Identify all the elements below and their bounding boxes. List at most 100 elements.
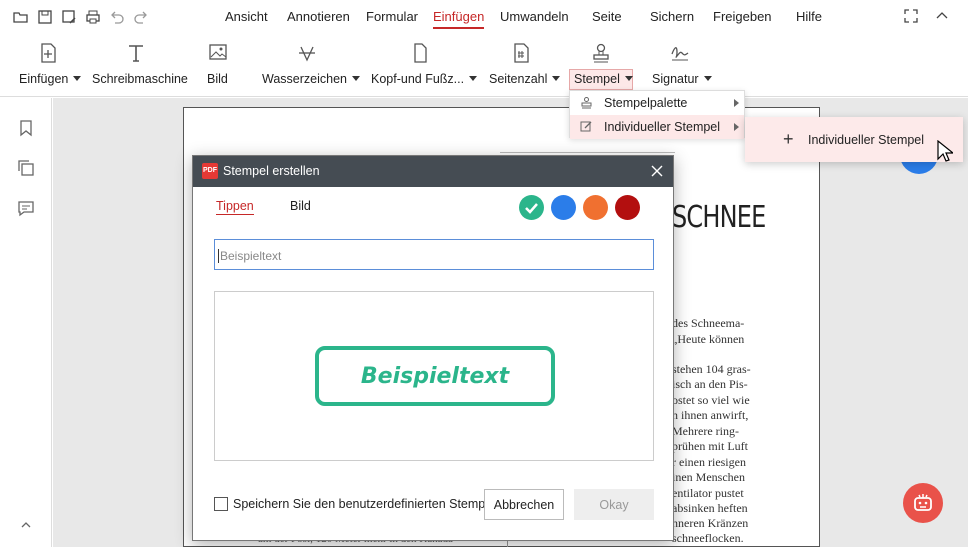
einfuegen-button[interactable]: Einfügen [15, 34, 82, 97]
stamp-icon [590, 42, 612, 64]
bild-label: Bild [207, 72, 228, 86]
watermark-icon [296, 42, 318, 64]
dialog-header: PDF Stempel erstellen [193, 156, 673, 187]
doc-line: r einen riesigen [672, 455, 746, 469]
doc-line: absinken heften [672, 501, 748, 515]
ai-robot-icon[interactable] [903, 483, 943, 523]
image-icon [207, 42, 229, 64]
tab-tippen[interactable]: Tippen [216, 199, 254, 215]
menu-ansicht[interactable]: Ansicht [225, 9, 268, 24]
submenu-item-label: Individueller Stempel [808, 133, 925, 147]
comment-icon[interactable] [17, 199, 35, 217]
doc-line: nneren Kränzen [672, 516, 749, 530]
doc-line: ostet so viel wie [672, 393, 750, 407]
menu-annotieren[interactable]: Annotieren [287, 9, 350, 24]
ribbon-toolbar: Einfügen Schreibmaschine Bild Wasserzeic… [0, 34, 968, 97]
stamp-preview: Beispieltext [315, 346, 555, 406]
typewriter-icon [125, 42, 147, 64]
doc-line: prühen mit Luft [672, 439, 748, 453]
doc-line: des Schneema- [672, 316, 745, 330]
undo-icon[interactable] [108, 8, 126, 26]
signature-icon [669, 42, 691, 64]
stamp-text-input[interactable]: Beispieltext [214, 239, 654, 270]
menu-umwandeln[interactable]: Umwandeln [500, 9, 569, 24]
menu-formular[interactable]: Formular [366, 9, 418, 24]
schreibmaschine-label: Schreibmaschine [92, 72, 188, 86]
redo-icon[interactable] [132, 8, 150, 26]
stamp-icon [580, 96, 593, 109]
chevron-down-icon [73, 76, 82, 81]
stamp-preview-area: Beispieltext [214, 291, 654, 461]
menu-seite[interactable]: Seite [592, 9, 622, 24]
edit-stamp-icon [580, 120, 593, 133]
color-green-swatch[interactable] [519, 195, 544, 220]
stempel-dropdown-menu: Stempelpalette Individueller Stempel [569, 90, 745, 139]
seitenzahl-button[interactable]: Seitenzahl [489, 34, 561, 97]
doc-line: isch an den Pis- [672, 377, 748, 391]
einfuegen-label: Einfügen [19, 72, 69, 86]
wasserzeichen-label: Wasserzeichen [262, 72, 347, 86]
seitenzahl-label: Seitenzahl [489, 72, 548, 86]
signatur-label: Signatur [652, 72, 699, 86]
doc-line: „Heute können [672, 332, 745, 346]
signatur-button[interactable]: Signatur [652, 34, 712, 97]
menu-einfuegen[interactable]: Einfügen [433, 9, 485, 29]
save-custom-stamp-checkbox[interactable] [214, 497, 228, 511]
menu-hilfe[interactable]: Hilfe [796, 9, 822, 24]
chevron-down-icon [552, 76, 561, 81]
doc-line: Mehrere ring- [672, 424, 739, 438]
color-orange-swatch[interactable] [583, 195, 608, 220]
color-red-swatch[interactable] [615, 195, 640, 220]
plus-icon: + [783, 129, 794, 149]
insert-page-icon [37, 42, 59, 64]
fullscreen-icon[interactable] [903, 8, 921, 26]
save-as-icon[interactable] [60, 8, 78, 26]
mouse-cursor-icon [937, 140, 953, 162]
chevron-down-icon [624, 76, 633, 81]
tab-bild[interactable]: Bild [290, 199, 311, 213]
header-footer-icon [409, 42, 431, 64]
chevron-down-icon [703, 76, 712, 81]
individueller-stempel-label: Individueller Stempel [604, 120, 721, 134]
chevron-up-icon[interactable] [934, 8, 952, 26]
chevron-down-icon [469, 76, 478, 81]
menu-freigeben[interactable]: Freigeben [713, 9, 772, 24]
close-icon[interactable] [650, 164, 664, 178]
chevron-right-icon [734, 123, 739, 131]
left-sidebar [0, 98, 52, 547]
menu-item-individueller-stempel[interactable]: Individueller Stempel [570, 115, 744, 139]
page-title-fragment: SCHNEE [672, 200, 766, 235]
folder-open-icon[interactable] [12, 8, 30, 26]
submenu-item-add-individual-stamp[interactable]: + Individueller Stempel [745, 117, 963, 162]
page-rule [500, 152, 675, 153]
pages-icon[interactable] [17, 159, 35, 177]
bookmark-icon[interactable] [17, 119, 35, 137]
menu-item-stempelpalette[interactable]: Stempelpalette [570, 91, 744, 115]
schreibmaschine-button[interactable]: Schreibmaschine [92, 34, 188, 97]
stempel-label: Stempel [574, 72, 620, 86]
print-icon[interactable] [84, 8, 102, 26]
chevron-down-icon [352, 76, 360, 81]
kopf-fusszeile-button[interactable]: Kopf-und Fußz... [371, 34, 478, 97]
color-blue-swatch[interactable] [551, 195, 576, 220]
stamp-preview-text: Beispieltext [360, 363, 510, 389]
save-icon[interactable] [36, 8, 54, 26]
page-number-icon [510, 42, 532, 64]
stempel-button[interactable]: Stempel [569, 34, 633, 97]
doc-line: entilator pustet [672, 486, 744, 500]
stempel-erstellen-dialog: PDF Stempel erstellen Tippen Bild Beispi… [192, 155, 674, 541]
stamp-text-placeholder: Beispieltext [218, 249, 282, 263]
cancel-button[interactable]: Abbrechen [484, 489, 564, 520]
bild-button[interactable]: Bild [205, 34, 235, 97]
doc-line: schneeflocken. [672, 531, 744, 545]
chevron-up-icon[interactable] [17, 516, 35, 534]
column-divider [507, 540, 508, 547]
doc-line: inen Menschen [672, 470, 745, 484]
chevron-right-icon [734, 99, 739, 107]
wasserzeichen-button[interactable]: Wasserzeichen [262, 34, 360, 97]
dialog-title: Stempel erstellen [223, 164, 320, 178]
stempelpalette-label: Stempelpalette [604, 96, 688, 110]
kopf-fusszeile-label: Kopf-und Fußz... [371, 72, 465, 86]
menu-sichern[interactable]: Sichern [650, 9, 694, 24]
ok-button[interactable]: Okay [574, 489, 654, 520]
